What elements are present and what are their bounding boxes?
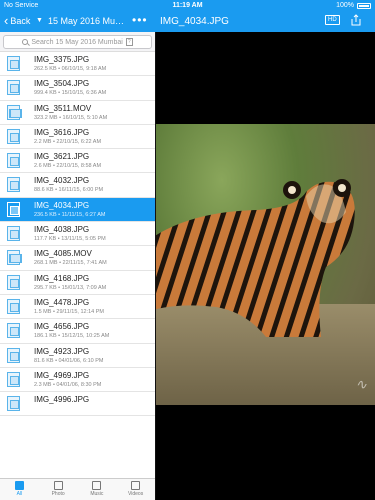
- image-file-icon: [7, 56, 20, 71]
- image-file-icon: [7, 396, 20, 412]
- chevron-left-icon: ‹: [4, 13, 9, 28]
- search-placeholder: Search 15 May 2016 Mumbai: [31, 38, 123, 46]
- file-name: IMG_3504.JPG: [34, 79, 90, 89]
- navigation-bar: ‹ Back ▼ 15 May 2016 Mumbai ••• IMG_4034…: [0, 12, 375, 32]
- file-meta: 81.6 KB • 04/01/06, 6:10 PM: [34, 357, 104, 364]
- file-meta: 999.4 KB • 15/10/15, 6:36 AM: [34, 90, 107, 97]
- file-meta: 88.6 KB • 16/11/15, 6:00 PM: [34, 187, 104, 194]
- share-icon[interactable]: [351, 14, 361, 26]
- back-button[interactable]: ‹ Back: [4, 13, 31, 28]
- file-name: IMG_3511.MOV: [34, 103, 92, 113]
- file-browser-panel: Search 15 May 2016 Mumbai ? IMG_3375.JPG…: [0, 32, 155, 478]
- tab-videos[interactable]: Videos: [116, 479, 155, 500]
- search-area: Search 15 May 2016 Mumbai ?: [0, 32, 155, 52]
- top-bar: No Service 11:19 AM 100% ‹ Back ▼ 15 May…: [0, 0, 375, 32]
- file-name: IMG_4085.MOV: [34, 249, 92, 259]
- image-file-icon: [7, 128, 20, 144]
- file-meta: 262.5 KB • 06/10/15, 9:18 AM: [34, 66, 107, 72]
- file-name: IMG_4038.JPG: [34, 225, 90, 235]
- tab-label: All: [16, 491, 23, 497]
- file-row[interactable]: IMG_4923.JPG 81.6 KB • 04/01/06, 6:10 PM: [0, 343, 155, 368]
- file-name: IMG_4478.JPG: [34, 297, 90, 307]
- music-tab-icon: [92, 481, 102, 490]
- back-label: Back: [10, 16, 31, 26]
- battery-icon: [357, 2, 371, 9]
- photo-preview[interactable]: ∿: [156, 124, 375, 405]
- status-bar: No Service 11:19 AM 100%: [0, 0, 375, 12]
- image-file-icon: [7, 371, 20, 387]
- watermark-icon: ∿: [355, 377, 367, 393]
- file-meta: 268.1 MB • 22/11/15, 7:41 AM: [34, 260, 107, 267]
- file-row[interactable]: IMG_4168.JPG 295.7 KB • 15/01/13, 7:09 AM: [0, 270, 155, 295]
- file-meta: 236.5 KB • 11/11/15, 6:27 AM: [34, 211, 106, 218]
- file-title: IMG_4034.JPG: [160, 16, 229, 27]
- battery-indicator: 100%: [336, 2, 371, 9]
- battery-percent: 100%: [336, 2, 354, 9]
- tab-label: Videos: [128, 491, 144, 497]
- file-meta: 295.7 KB • 15/01/13, 7:09 AM: [34, 284, 107, 291]
- file-row[interactable]: IMG_3621.JPG 2.6 MB • 22/10/15, 8:58 AM: [0, 149, 155, 174]
- videos-tab-icon: [131, 481, 141, 490]
- file-row[interactable]: IMG_4038.JPG 117.7 KB • 13/11/15, 5:05 PM: [0, 222, 155, 247]
- file-row[interactable]: IMG_4656.JPG 186.1 KB • 15/12/15, 10:25 A…: [0, 319, 155, 344]
- hd-toggle-button[interactable]: HD: [325, 15, 340, 25]
- folder-title[interactable]: 15 May 2016 Mumbai: [48, 16, 128, 26]
- file-name: IMG_3375.JPG: [34, 55, 90, 64]
- file-row[interactable]: IMG_3616.JPG 2.2 MB • 22/10/15, 6:22 AM: [0, 124, 155, 150]
- image-file-icon: [7, 80, 20, 96]
- file-name: IMG_4923.JPG: [34, 346, 90, 356]
- clock: 11:19 AM: [172, 2, 203, 9]
- all-tab-icon: [14, 481, 24, 490]
- more-options-button[interactable]: •••: [132, 13, 148, 27]
- tiger-image: [156, 179, 355, 337]
- video-file-icon: [7, 250, 22, 266]
- file-meta: 323.2 MB • 16/10/15, 5:10 AM: [34, 114, 108, 121]
- search-input[interactable]: Search 15 May 2016 Mumbai ?: [3, 35, 152, 49]
- file-name: IMG_4032.JPG: [34, 176, 90, 186]
- file-meta: 186.1 KB • 15/12/15, 10:25 AM: [34, 333, 110, 340]
- video-file-icon: [7, 104, 22, 120]
- image-file-icon: [7, 323, 20, 339]
- file-meta: 2.3 MB • 04/01/06, 8:30 PM: [34, 381, 102, 388]
- tab-music[interactable]: Music: [78, 479, 117, 500]
- file-meta: 117.7 KB • 13/11/15, 5:05 PM: [34, 236, 106, 243]
- file-name: IMG_3616.JPG: [34, 127, 90, 137]
- file-row[interactable]: IMG_3511.MOV 323.2 MB • 16/10/15, 5:10 AM: [0, 100, 155, 125]
- image-viewer[interactable]: ∿: [156, 32, 375, 500]
- image-file-icon: [7, 153, 20, 169]
- tab-label: Photo: [51, 491, 65, 497]
- file-meta: 2.2 MB • 22/10/15, 6:22 AM: [34, 138, 102, 145]
- file-name: IMG_4168.JPG: [34, 273, 90, 283]
- image-file-icon: [7, 298, 20, 314]
- image-file-icon: [7, 347, 20, 363]
- file-row[interactable]: IMG_4996.JPG: [0, 392, 155, 417]
- photo-tab-icon: [53, 481, 63, 490]
- file-row[interactable]: IMG_4085.MOV 268.1 MB • 22/11/15, 7:41 AM: [0, 246, 155, 271]
- file-name: IMG_4034.JPG: [34, 200, 90, 210]
- file-name: IMG_3621.JPG: [34, 152, 90, 162]
- file-row[interactable]: IMG_4478.JPG 1.5 MB • 29/11/15, 12:14 PM: [0, 294, 155, 320]
- image-file-icon: [7, 177, 20, 193]
- file-name: IMG_4996.JPG: [34, 395, 90, 405]
- file-name: IMG_4656.JPG: [34, 322, 90, 332]
- file-meta: 2.6 MB • 22/10/15, 8:58 AM: [34, 163, 102, 170]
- image-file-icon: [7, 201, 20, 217]
- file-row[interactable]: IMG_4032.JPG 88.6 KB • 16/11/15, 6:00 PM: [0, 173, 155, 198]
- tab-label: Music: [90, 491, 104, 497]
- tab-bar: All Photo Music Videos: [0, 478, 155, 500]
- filter-badge-icon: ?: [125, 38, 133, 46]
- file-meta: 1.5 MB • 29/11/15, 12:14 PM: [34, 308, 105, 315]
- file-list: IMG_3375.JPG 262.5 KB • 06/10/15, 9:18 AM…: [0, 52, 155, 417]
- file-row[interactable]: IMG_4969.JPG 2.3 MB • 04/01/06, 8:30 PM: [0, 367, 155, 393]
- folder-dropdown-icon[interactable]: ▼: [36, 17, 43, 24]
- image-file-icon: [7, 274, 20, 290]
- file-row[interactable]: IMG_3375.JPG 262.5 KB • 06/10/15, 9:18 AM: [0, 52, 155, 77]
- search-icon: [22, 39, 29, 45]
- image-file-icon: [7, 226, 20, 242]
- tab-photo[interactable]: Photo: [39, 479, 78, 500]
- file-row[interactable]: IMG_4034.JPG 236.5 KB • 11/11/15, 6:27 AM: [0, 197, 155, 223]
- file-row[interactable]: IMG_3504.JPG 999.4 KB • 15/10/15, 6:36 AM: [0, 76, 155, 101]
- file-name: IMG_4969.JPG: [34, 370, 90, 380]
- tab-all[interactable]: All: [0, 479, 39, 500]
